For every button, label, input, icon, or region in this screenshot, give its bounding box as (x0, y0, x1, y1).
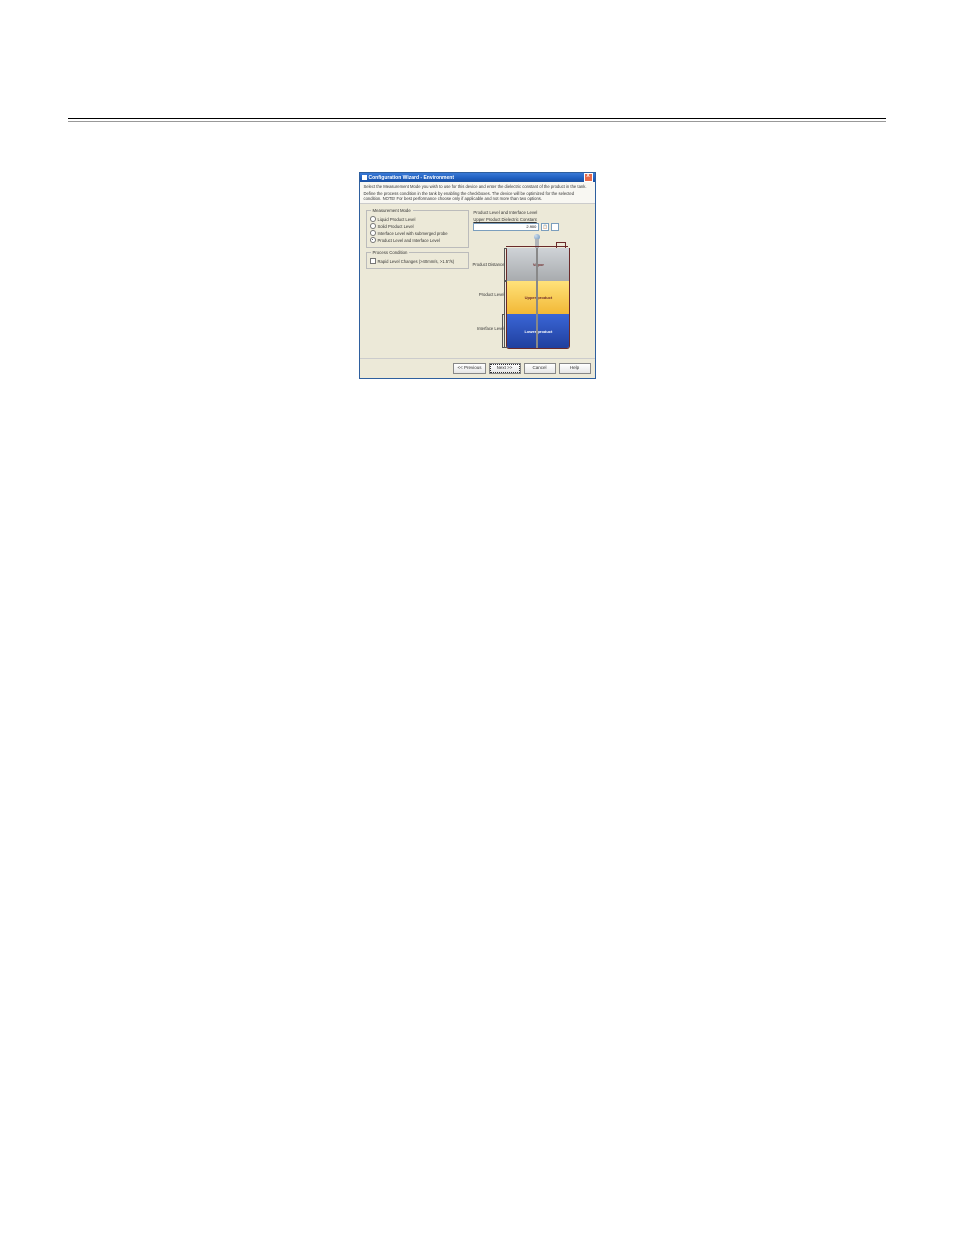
measurement-mode-group: Measurement Mode Liquid Product Level So… (366, 210, 470, 248)
radio-liquid[interactable]: Liquid Product Level (370, 216, 466, 222)
titlebar: Configuration Wizard - Environment X (360, 173, 595, 182)
radio-icon (370, 216, 376, 222)
layer-vapor: Vapor (507, 248, 569, 281)
dielectric-input[interactable]: 2.900 (473, 223, 539, 231)
radio-solid[interactable]: Solid Product Level (370, 223, 466, 229)
intro-line1: Select the Measurement Mode you wish to … (364, 184, 591, 189)
label-product-distance: Product Distance (464, 262, 504, 267)
tank-diagram: Vapor Upper product Lower product Produc… (484, 234, 579, 354)
help-button[interactable]: Help (559, 363, 591, 374)
radio-interface-submerged[interactable]: Interface Level with submerged probe (370, 230, 466, 236)
bracket-pd (504, 248, 507, 281)
right-panel-title: Product Level and Interface Level (473, 210, 590, 215)
layer-lower: Lower product (507, 314, 569, 348)
next-button[interactable]: Next >> (489, 363, 521, 374)
layer-upper: Upper product (507, 281, 569, 314)
previous-button[interactable]: << Previous (453, 363, 485, 374)
radio-icon (370, 223, 376, 229)
label-product-level: Product Level (464, 292, 504, 297)
cancel-button[interactable]: Cancel (524, 363, 556, 374)
button-row: << Previous Next >> Cancel Help (360, 358, 595, 378)
config-wizard-dialog: Configuration Wizard - Environment X Sel… (359, 172, 596, 379)
probe-rod (536, 248, 538, 348)
radio-product-and-interface[interactable]: Product Level and Interface Level (370, 237, 466, 243)
label-interface-level: Interface Level (464, 326, 504, 331)
radio-icon (370, 230, 376, 236)
check-rapid-level[interactable]: Rapid Level Changes (>40mm/s, >1.5"/s) (370, 258, 466, 264)
intro-text: Select the Measurement Mode you wish to … (360, 182, 595, 204)
calculator-icon[interactable] (551, 223, 559, 231)
process-condition-group: Process Condition Rapid Level Changes (>… (366, 252, 470, 269)
radio-icon (370, 237, 376, 243)
app-icon (362, 175, 367, 180)
process-condition-title: Process Condition (371, 250, 410, 255)
window-title: Configuration Wizard - Environment (369, 175, 584, 181)
bracket-il (502, 314, 505, 348)
clipboard-icon[interactable]: 📋 (541, 223, 549, 231)
close-icon[interactable]: X (584, 173, 593, 182)
measurement-mode-title: Measurement Mode (371, 208, 413, 213)
checkbox-icon (370, 258, 376, 264)
intro-line2: Define the process condition in the tank… (364, 191, 591, 201)
dielectric-label: Upper Product Dielectric Constant (473, 217, 590, 222)
